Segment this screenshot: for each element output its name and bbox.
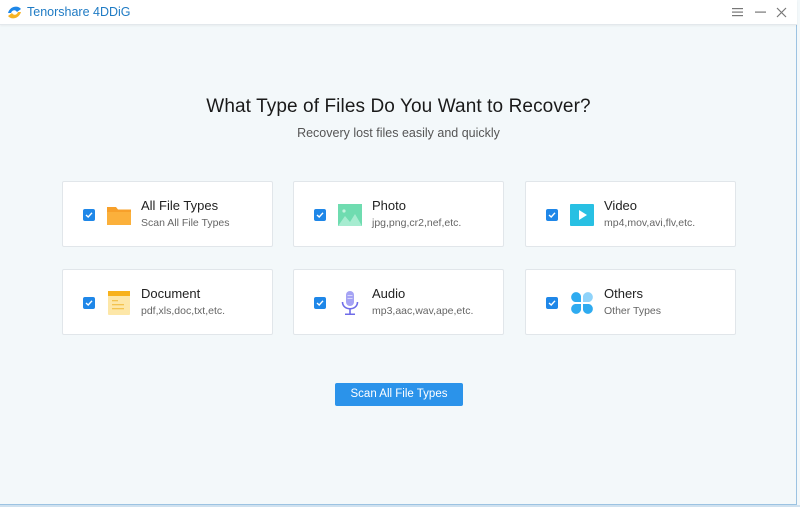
page-title: What Type of Files Do You Want to Recove…: [206, 96, 591, 117]
app-window: Tenorshare 4DDiG What Type of Files Do Y…: [0, 0, 797, 505]
card-subtitle: pdf,xls,doc,txt,etc.: [141, 305, 226, 317]
title-bar: Tenorshare 4DDiG: [0, 0, 797, 25]
checkbox-others[interactable]: [546, 297, 558, 309]
checkmark-icon: [548, 212, 556, 218]
checkbox-photo[interactable]: [314, 209, 326, 221]
file-type-card-photo[interactable]: Photo jpg,png,cr2,nef,etc.: [293, 181, 504, 247]
checkmark-icon: [85, 212, 93, 218]
card-title: Photo: [372, 198, 406, 213]
checkmark-icon: [85, 300, 93, 306]
file-type-card-others[interactable]: Others Other Types: [525, 269, 736, 335]
checkbox-all-file-types[interactable]: [83, 209, 95, 221]
photo-icon: [338, 204, 362, 226]
card-title: Audio: [372, 286, 406, 301]
minimize-button[interactable]: [750, 3, 770, 21]
file-type-card-video[interactable]: Video mp4,mov,avi,flv,etc.: [525, 181, 736, 247]
card-title: Video: [604, 198, 638, 213]
close-button[interactable]: [771, 3, 791, 21]
card-title: Document: [141, 286, 201, 301]
menu-button[interactable]: [727, 3, 747, 21]
folder-icon: [107, 207, 131, 225]
checkmark-icon: [316, 300, 324, 306]
checkmark-icon: [316, 212, 324, 218]
checkbox-audio[interactable]: [314, 297, 326, 309]
card-subtitle: mp3,aac,wav,ape,etc.: [372, 305, 474, 317]
card-subtitle: Scan All File Types: [141, 217, 230, 229]
card-subtitle: mp4,mov,avi,flv,etc.: [604, 217, 696, 229]
close-icon: [776, 7, 786, 17]
minimize-icon: [754, 11, 766, 13]
hamburger-menu-icon: [731, 8, 743, 17]
microphone-icon: [341, 291, 359, 315]
document-icon: [108, 291, 130, 315]
card-title: Others: [604, 286, 644, 301]
app-logo-icon: [8, 6, 21, 19]
file-type-card-audio[interactable]: Audio mp3,aac,wav,ape,etc.: [293, 269, 504, 335]
others-grid-icon: [571, 292, 593, 314]
page-subtitle: Recovery lost files easily and quickly: [297, 126, 500, 140]
card-subtitle: jpg,png,cr2,nef,etc.: [372, 217, 462, 229]
checkbox-document[interactable]: [83, 297, 95, 309]
video-play-icon: [570, 204, 594, 226]
checkmark-icon: [548, 300, 556, 306]
file-type-card-document[interactable]: Document pdf,xls,doc,txt,etc.: [62, 269, 273, 335]
card-subtitle: Other Types: [604, 305, 662, 317]
scan-button[interactable]: Scan All File Types: [335, 383, 463, 406]
card-title: All File Types: [141, 198, 219, 213]
app-title: Tenorshare 4DDiG: [27, 5, 131, 19]
checkbox-video[interactable]: [546, 209, 558, 221]
file-type-card-all[interactable]: All File Types Scan All File Types: [62, 181, 273, 247]
